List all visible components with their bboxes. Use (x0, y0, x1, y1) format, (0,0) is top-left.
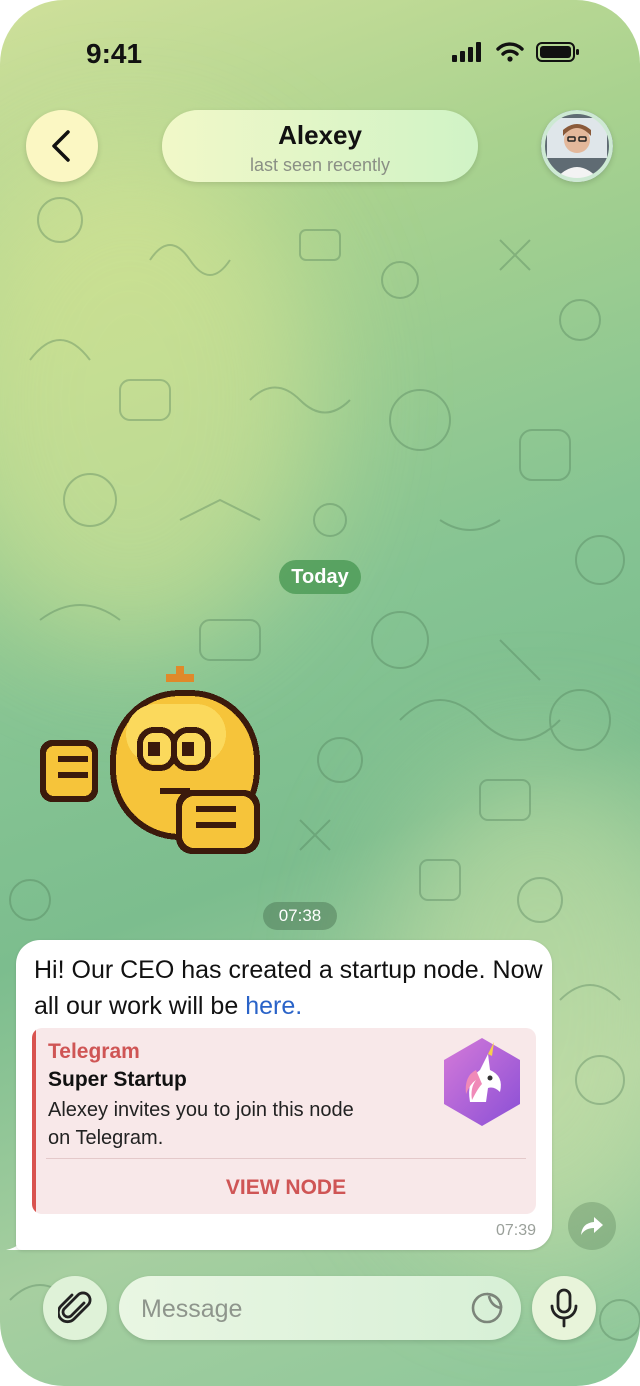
link-preview[interactable]: Telegram Super Startup Alexey invites yo… (32, 1028, 536, 1214)
sticker[interactable] (36, 660, 276, 880)
view-node-button[interactable]: VIEW NODE (46, 1168, 526, 1208)
contact-status: last seen recently (249, 155, 391, 175)
status-icons (452, 42, 580, 62)
microphone-icon (550, 1288, 578, 1328)
forward-icon (581, 1217, 603, 1235)
signal-icon (452, 42, 481, 62)
avatar[interactable] (541, 110, 613, 182)
preview-accent-bar (32, 1028, 36, 1214)
forward-button[interactable] (568, 1202, 616, 1250)
avatar-photo (541, 110, 613, 182)
message-input-container (119, 1276, 521, 1340)
paperclip-icon (58, 1291, 92, 1324)
status-bar: 9:41 (0, 0, 640, 100)
phone-screen: 9:41 Alexey last seen recently Today 07:… (0, 0, 640, 1386)
sticker-time: 07:38 (263, 902, 337, 930)
message-text: Hi! Our CEO has created a startup node. … (34, 952, 544, 1024)
message-input[interactable] (139, 1286, 463, 1332)
contact-name: Alexey (278, 120, 362, 150)
preview-site-name: Telegram (48, 1040, 140, 1063)
message-bubble[interactable]: Hi! Our CEO has created a startup node. … (16, 940, 552, 1250)
wifi-icon (496, 42, 524, 62)
unicorn-icon (444, 1038, 520, 1126)
preview-title: Super Startup (48, 1068, 187, 1091)
date-separator: Today (279, 560, 361, 594)
back-button[interactable] (26, 110, 98, 182)
preview-divider (46, 1158, 526, 1159)
message-time: 07:39 (495, 1222, 536, 1239)
chevron-left-icon (52, 130, 70, 162)
message-link[interactable]: here. (245, 992, 302, 1020)
battery-icon (536, 42, 579, 62)
chat-title[interactable]: Alexey last seen recently (162, 110, 478, 182)
microphone-button[interactable] (532, 1276, 596, 1340)
status-time: 9:41 (86, 38, 143, 69)
attach-button[interactable] (43, 1276, 107, 1340)
sticker-icon[interactable] (469, 1290, 505, 1326)
preview-description: Alexey invites you to join this node on … (48, 1099, 354, 1149)
